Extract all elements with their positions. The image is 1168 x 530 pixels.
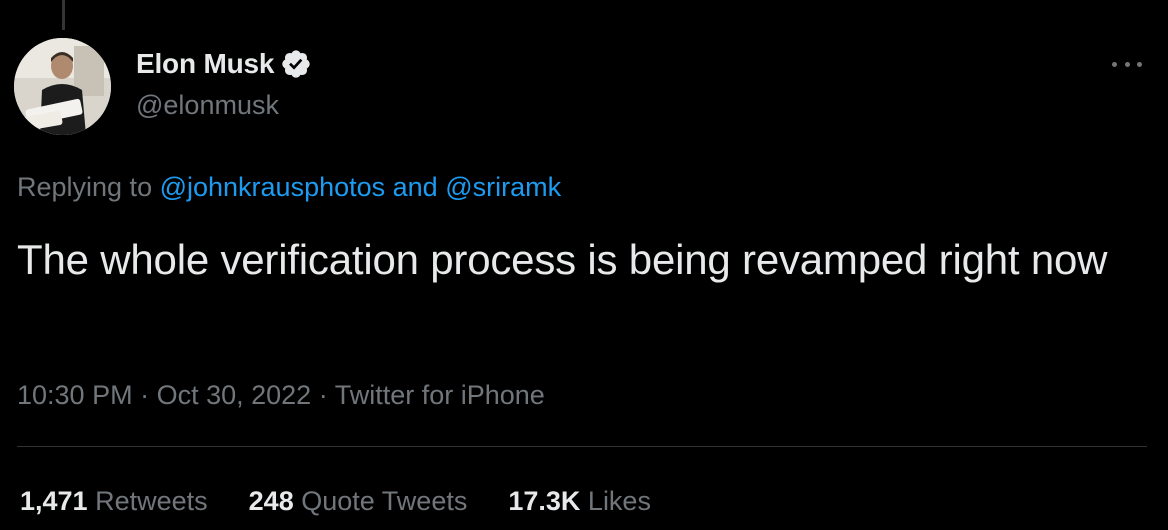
likes-label: Likes	[587, 486, 651, 516]
replying-prefix: Replying to	[17, 172, 160, 202]
more-horizontal-icon[interactable]	[1112, 52, 1142, 76]
verified-badge-icon	[282, 50, 310, 78]
likes-stat[interactable]: 17.3K Likes	[508, 486, 651, 517]
tweet-text: The whole verification process is being …	[17, 236, 1108, 283]
avatar[interactable]	[14, 38, 111, 135]
mention-link-sriramk[interactable]: @sriramk	[445, 172, 561, 202]
display-name[interactable]: Elon Musk	[136, 48, 274, 80]
tweet-stats: 1,471 Retweets 248 Quote Tweets 17.3K Li…	[20, 486, 651, 517]
mention-link-johnkrausphotos[interactable]: @johnkrausphotos	[160, 172, 386, 202]
tweet-time[interactable]: 10:30 PM	[17, 380, 133, 410]
thread-connector-line	[62, 0, 65, 30]
meta-separator: ·	[311, 380, 335, 410]
user-name-row[interactable]: Elon Musk	[136, 48, 312, 80]
retweets-label: Retweets	[95, 486, 208, 516]
likes-count: 17.3K	[508, 486, 581, 516]
tweet-meta: 10:30 PM · Oct 30, 2022 · Twitter for iP…	[17, 380, 545, 411]
more-dot	[1112, 61, 1117, 67]
replying-conjunction: and	[385, 172, 446, 202]
divider	[17, 446, 1147, 447]
tweet-date[interactable]: Oct 30, 2022	[157, 380, 312, 410]
quote-tweets-stat[interactable]: 248 Quote Tweets	[249, 486, 468, 517]
retweets-stat[interactable]: 1,471 Retweets	[20, 486, 208, 517]
retweets-count: 1,471	[20, 486, 88, 516]
more-dot	[1137, 61, 1142, 67]
user-handle[interactable]: @elonmusk	[136, 90, 279, 121]
quote-tweets-count: 248	[248, 486, 294, 516]
tweet-source[interactable]: Twitter for iPhone	[335, 380, 545, 410]
replying-to-line: Replying to @johnkrausphotos and @sriram…	[17, 172, 561, 203]
quote-tweets-label: Quote Tweets	[301, 486, 468, 516]
more-dot	[1124, 61, 1130, 67]
meta-separator: ·	[132, 380, 157, 410]
